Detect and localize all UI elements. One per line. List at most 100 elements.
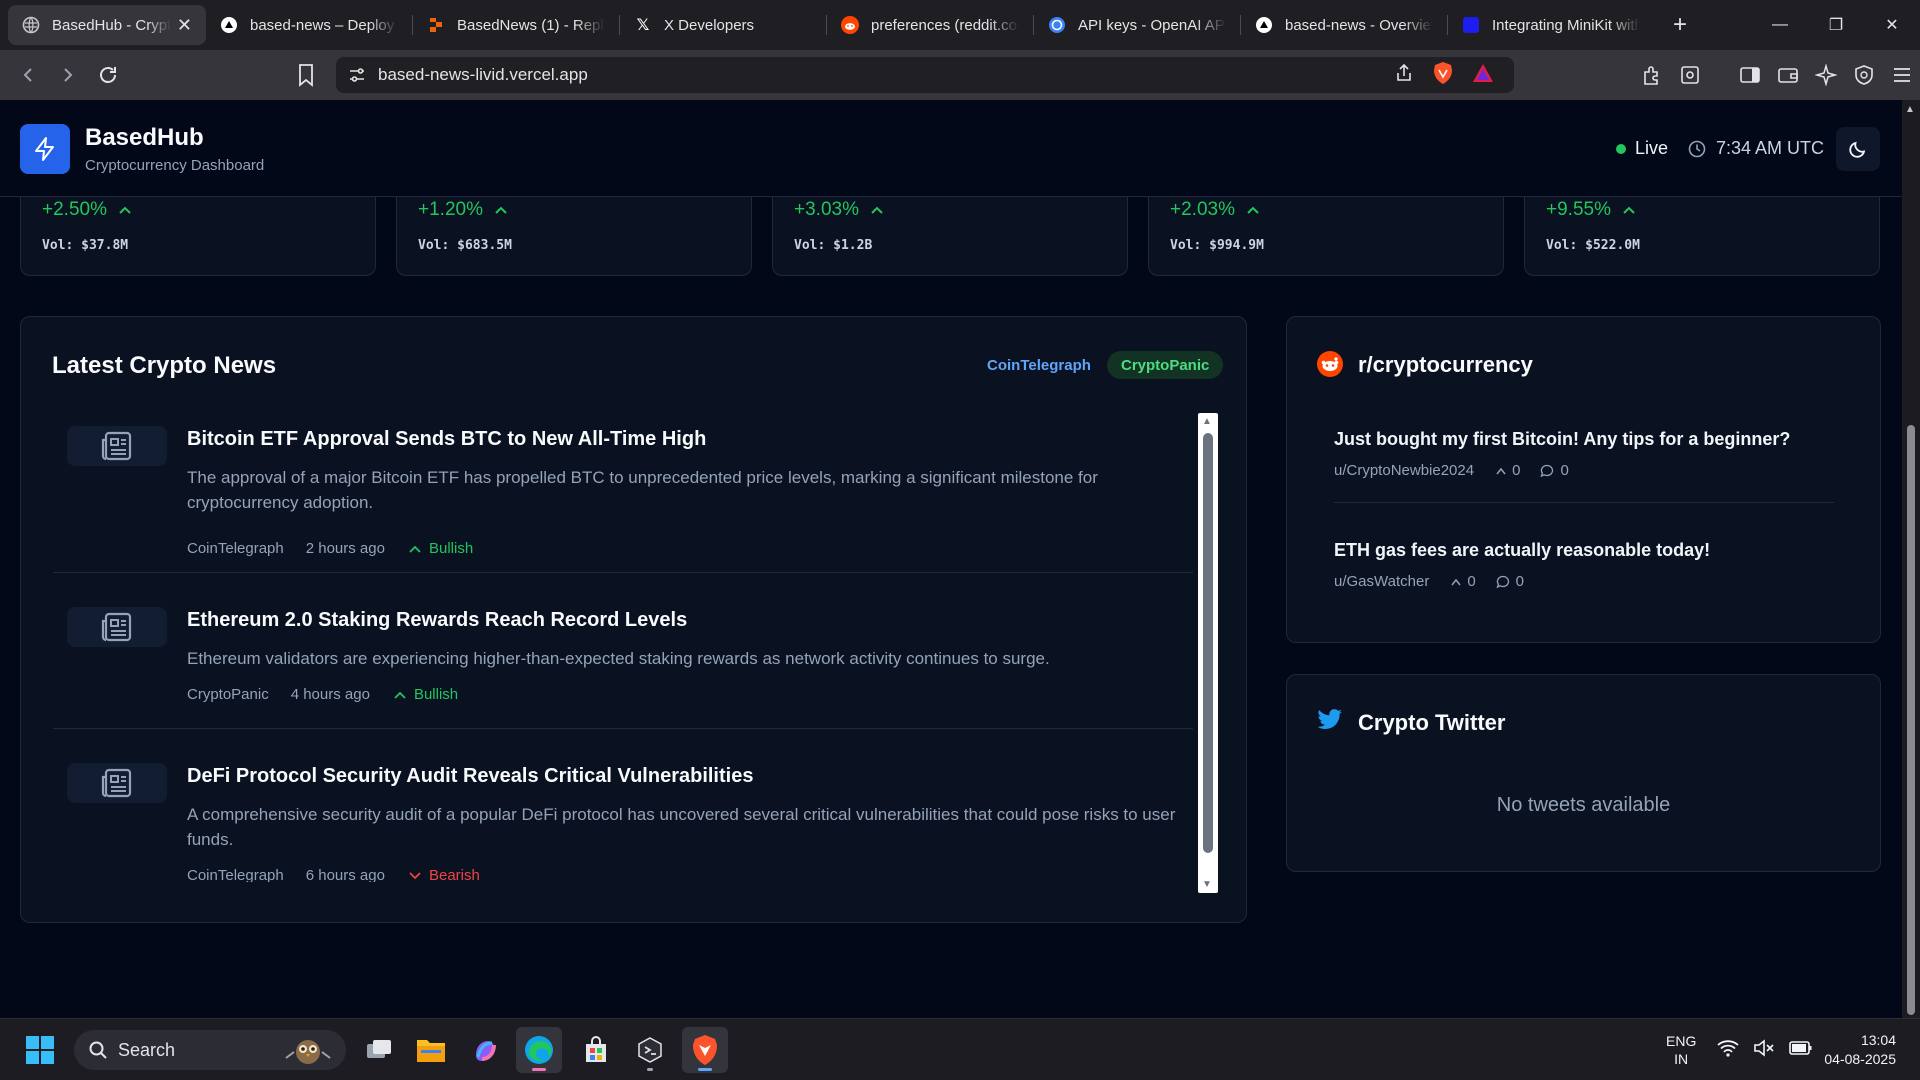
leo-ai-icon[interactable] <box>1814 63 1838 87</box>
upvote-icon <box>1451 578 1461 585</box>
source-tab-cryptopanic[interactable]: CryptoPanic <box>1107 351 1224 379</box>
wallet-icon[interactable] <box>1776 63 1800 87</box>
post-title[interactable]: ETH gas fees are actually reasonable tod… <box>1334 540 1854 561</box>
theme-toggle-button[interactable] <box>1836 127 1880 171</box>
trend-up-icon <box>495 206 507 214</box>
tab-reddit-preferences[interactable]: preferences (reddit.com) <box>827 5 1033 45</box>
ticker-change: +3.03% <box>794 199 883 221</box>
newspaper-icon <box>67 426 167 466</box>
tab-x-developers[interactable]: 𝕏 X Developers <box>620 5 826 45</box>
close-window-icon[interactable]: ✕ <box>1864 0 1920 50</box>
share-icon[interactable] <box>1394 63 1414 88</box>
forward-icon[interactable] <box>50 57 86 93</box>
brand-name: BasedHub <box>85 124 204 151</box>
tab-minikit[interactable]: Integrating MiniKit with <box>1448 5 1654 45</box>
comment-icon <box>1496 575 1509 588</box>
scroll-up-icon[interactable]: ▲ <box>1202 416 1212 427</box>
brave-browser-icon[interactable] <box>682 1027 728 1073</box>
system-tray[interactable] <box>1717 1039 1813 1057</box>
news-list: Bitcoin ETF Approval Sends BTC to New Al… <box>53 412 1213 882</box>
tab-vercel-deploy[interactable]: based-news – Deploy <box>206 5 412 45</box>
reload-icon[interactable] <box>90 57 126 93</box>
moon-icon <box>1849 141 1866 158</box>
menu-icon[interactable] <box>1890 63 1914 87</box>
news-time: 4 hours ago <box>290 686 370 703</box>
language-code: ENG <box>1666 1033 1697 1049</box>
reddit-post[interactable]: Just bought my first Bitcoin! Any tips f… <box>1334 429 1854 479</box>
windows-start-icon[interactable] <box>17 1027 63 1073</box>
post-upvotes: 0 <box>1496 462 1520 479</box>
post-author[interactable]: u/CryptoNewbie2024 <box>1334 462 1474 479</box>
task-view-icon[interactable] <box>356 1027 402 1073</box>
taskbar-search[interactable]: Search <box>74 1030 346 1070</box>
edge-icon[interactable] <box>516 1027 562 1073</box>
url-text[interactable]: based-news-livid.vercel.app <box>378 65 588 85</box>
vercel-icon <box>220 16 238 34</box>
ticker-volume: Vol: $522.0M <box>1546 238 1640 253</box>
extensions-icon[interactable] <box>1640 63 1664 87</box>
restore-icon[interactable]: ❐ <box>1808 0 1864 50</box>
language-indicator[interactable]: ENG IN <box>1666 1032 1696 1068</box>
vpn-icon[interactable] <box>1852 63 1876 87</box>
bookmark-icon[interactable] <box>296 63 316 92</box>
terminal-app-icon[interactable] <box>627 1027 673 1073</box>
reddit-panel: r/cryptocurrency Just bought my first Bi… <box>1286 316 1881 643</box>
brand-subtitle: Cryptocurrency Dashboard <box>85 157 265 174</box>
minimize-icon[interactable]: — <box>1752 0 1808 50</box>
globe-icon <box>22 16 40 34</box>
tab-title: BasedHub - Crypto <box>52 16 171 34</box>
news-headline[interactable]: Bitcoin ETF Approval Sends BTC to New Al… <box>187 428 706 451</box>
post-meta: u/CryptoNewbie2024 0 0 <box>1334 462 1854 479</box>
news-scrollbar[interactable]: ▲ ▼ <box>1198 413 1218 893</box>
wifi-icon <box>1717 1040 1739 1057</box>
x-icon: 𝕏 <box>636 17 650 34</box>
address-bar[interactable]: based-news-livid.vercel.app <box>336 57 1514 93</box>
reddit-post[interactable]: ETH gas fees are actually reasonable tod… <box>1334 540 1854 590</box>
news-source: CoinTelegraph <box>187 867 284 882</box>
page-scroll-thumb[interactable] <box>1907 425 1915 1015</box>
brave-shields-icon[interactable] <box>1432 61 1454 90</box>
tab-basedhub[interactable]: BasedHub - Crypto ✕ <box>8 5 206 45</box>
new-tab-button[interactable]: + <box>1660 11 1700 39</box>
reader-mode-icon[interactable] <box>1678 63 1702 87</box>
news-headline[interactable]: Ethereum 2.0 Staking Rewards Reach Recor… <box>187 609 687 632</box>
news-scroll-thumb[interactable] <box>1203 433 1213 853</box>
news-item[interactable]: Ethereum 2.0 Staking Rewards Reach Recor… <box>53 593 1193 728</box>
tab-title: based-news – Deploy <box>250 16 395 34</box>
news-headline[interactable]: DeFi Protocol Security Audit Reveals Cri… <box>187 765 753 788</box>
comment-icon <box>1540 464 1554 477</box>
back-icon[interactable] <box>10 57 46 93</box>
tab-title: preferences (reddit.com) <box>871 16 1019 34</box>
news-item[interactable]: DeFi Protocol Security Audit Reveals Cri… <box>53 749 1193 882</box>
search-label: Search <box>118 1039 176 1060</box>
source-tab-cointelegraph[interactable]: CoinTelegraph <box>987 357 1091 374</box>
site-settings-icon[interactable] <box>348 66 366 84</box>
close-tab-icon[interactable]: ✕ <box>177 15 192 36</box>
brave-rewards-icon[interactable] <box>1472 63 1494 88</box>
page-scrollbar[interactable]: ▲ <box>1902 100 1920 1018</box>
tab-title: Integrating MiniKit with <box>1492 16 1640 34</box>
ticker-volume: Vol: $1.2B <box>794 238 873 253</box>
speaker-muted-icon <box>1754 1039 1774 1057</box>
tab-replit[interactable]: BasedNews (1) - Replit <box>413 5 619 45</box>
news-item[interactable]: Bitcoin ETF Approval Sends BTC to New Al… <box>53 412 1193 572</box>
post-author[interactable]: u/GasWatcher <box>1334 573 1429 590</box>
microsoft-store-icon[interactable] <box>573 1027 619 1073</box>
file-explorer-icon[interactable] <box>408 1027 454 1073</box>
copilot-icon[interactable] <box>462 1027 508 1073</box>
browser-tab-strip: BasedHub - Crypto ✕ based-news – Deploy … <box>0 0 1920 50</box>
news-source: CoinTelegraph <box>187 540 284 557</box>
scroll-up-icon[interactable]: ▲ <box>1905 104 1915 115</box>
tab-openai-api-keys[interactable]: API keys - OpenAI API <box>1034 5 1240 45</box>
tab-title: X Developers <box>664 16 755 34</box>
reddit-title: r/cryptocurrency <box>1358 352 1533 377</box>
scroll-down-icon[interactable]: ▼ <box>1202 879 1212 890</box>
post-title[interactable]: Just bought my first Bitcoin! Any tips f… <box>1334 429 1854 450</box>
app-logo[interactable] <box>20 124 70 174</box>
search-icon <box>89 1041 107 1059</box>
sidebar-icon[interactable] <box>1738 63 1762 87</box>
tab-vercel-overview[interactable]: based-news - Overview <box>1241 5 1447 45</box>
tab-title: API keys - OpenAI API <box>1078 16 1226 34</box>
taskbar-clock[interactable]: 13:04 04-08-2025 <box>1824 1031 1896 1069</box>
utc-clock: 7:34 AM UTC <box>1688 138 1824 159</box>
